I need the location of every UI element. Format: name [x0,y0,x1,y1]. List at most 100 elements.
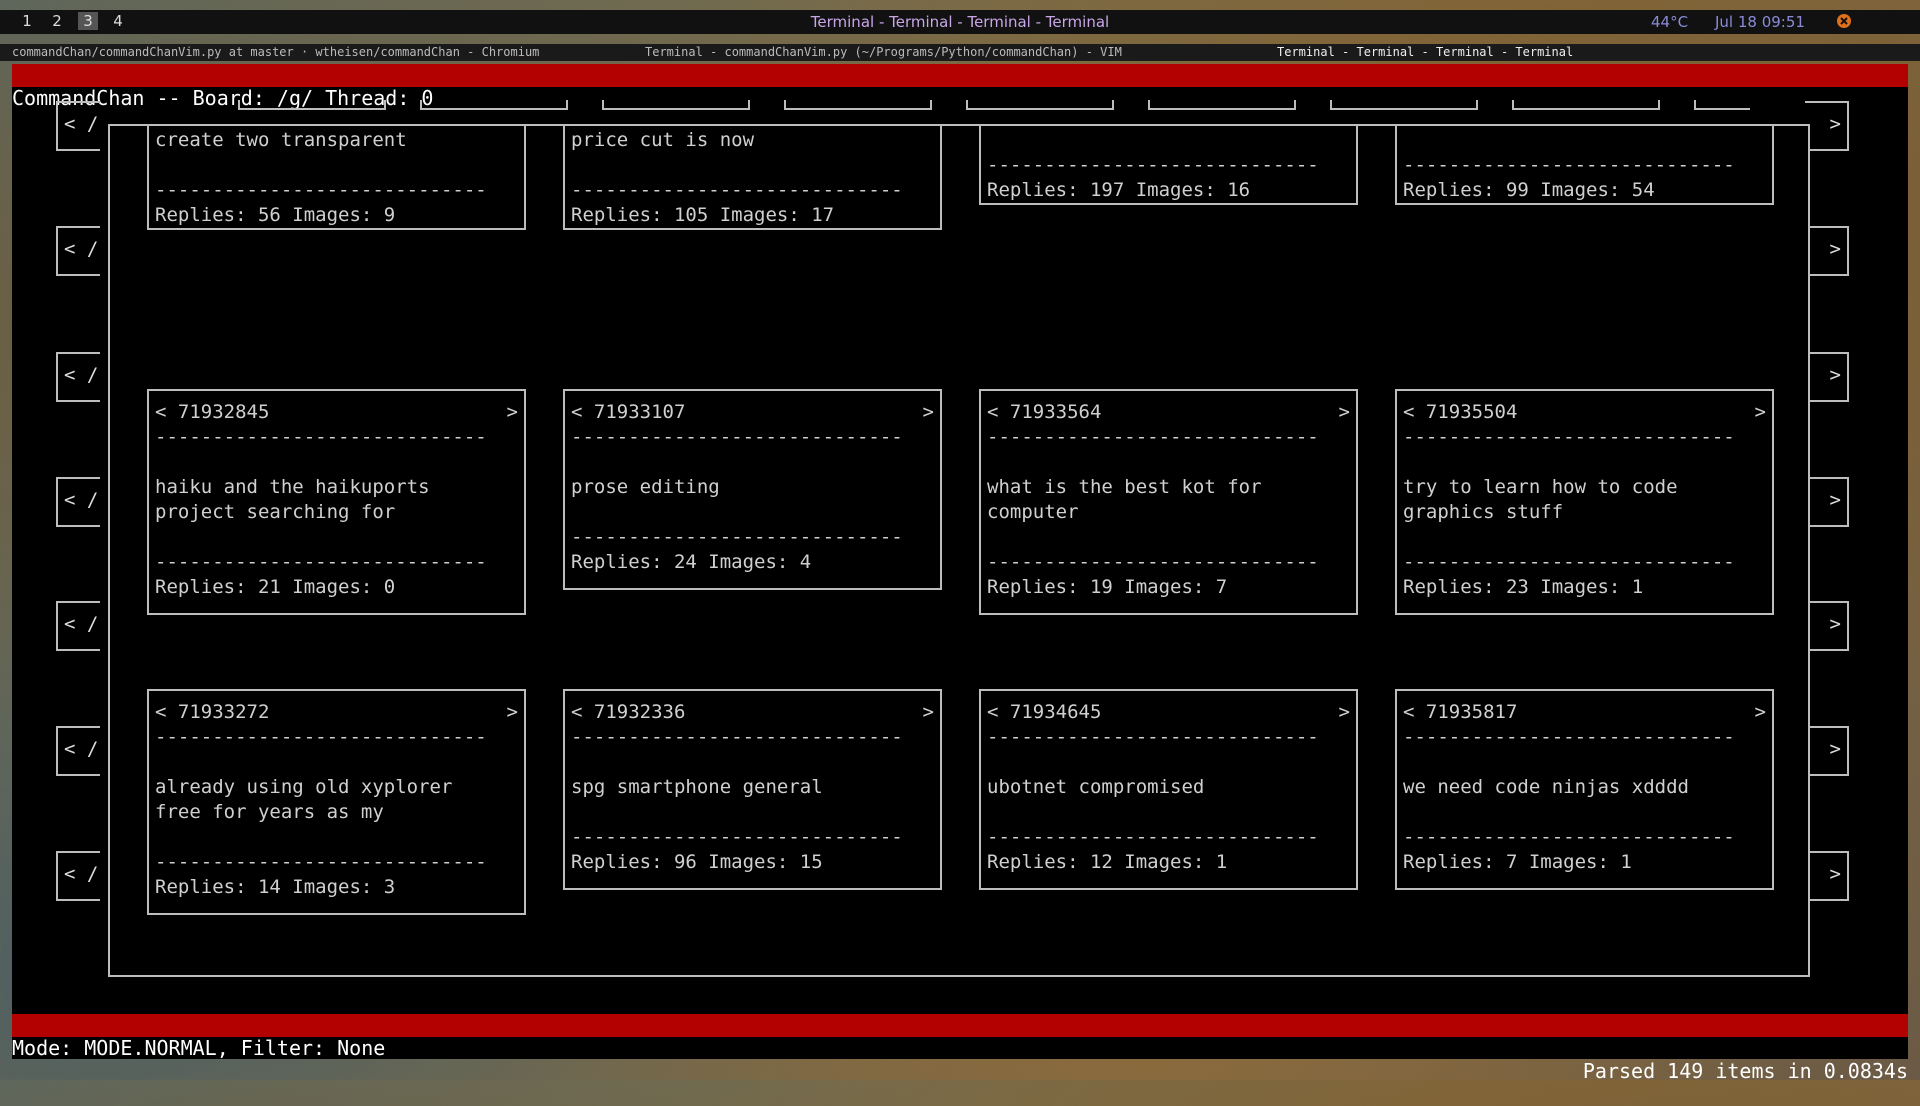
divider: ----------------------------- [155,851,487,873]
thread-subject: create two transparent [155,129,407,151]
thread-subject: graphics stuff [1403,501,1564,523]
board-nav-right[interactable]: > [1805,352,1849,402]
board-nav-right[interactable]: > [1805,477,1849,527]
divider: ----------------------------- [571,826,903,848]
mode-status: Mode: MODE.NORMAL, Filter: None [12,1036,386,1060]
thread-card[interactable]: < 71933107 > ---------------------------… [563,389,942,590]
close-circle-icon[interactable] [1836,13,1852,29]
divider: ----------------------------- [1403,426,1735,448]
thread-subject: project searching for [155,501,396,523]
thread-subject: haiku and the haikuports [155,476,430,498]
divider: ----------------------------- [155,726,487,748]
board-nav-right[interactable]: > [1805,226,1849,276]
thread-stats: Replies: 19 Images: 7 [987,576,1228,598]
top-status-bar: 1 2 3 4 Terminal - Terminal - Terminal -… [0,10,1920,34]
thread-stats: Replies: 24 Images: 4 [571,551,812,573]
divider: ----------------------------- [987,726,1319,748]
thread-id: 71935504 [1425,401,1518,423]
board-tab-top [966,100,1114,110]
tab-vim[interactable]: Terminal - commandChanVim.py (~/Programs… [645,45,1122,59]
thread-subject: try to learn how to code [1403,476,1678,498]
divider: ----------------------------- [571,179,903,201]
board-tab-top [1694,100,1750,110]
thread-id: 71935817 [1425,701,1518,723]
board-nav-left[interactable]: < / [56,726,100,776]
board-nav-right[interactable]: > [1805,101,1849,151]
header-bar: CommandChan -- Board: /g/ Thread: 0 [12,64,1908,110]
board-tab-top [420,100,568,110]
board-tab-top [602,100,750,110]
thread-subject: prose editing [571,476,720,498]
board-tab-top [1148,100,1296,110]
thread-card[interactable]: < 71932845 > ---------------------------… [147,389,526,615]
thread-stats: Replies: 12 Images: 1 [987,851,1228,873]
thread-catalog: create two transparent -----------------… [108,124,1810,977]
window-tab-bar: commandChan/commandChanVim.py at master … [0,44,1920,61]
divider: ----------------------------- [1403,154,1735,176]
board-nav-right[interactable]: > [1805,726,1849,776]
thread-subject: we need code ninjas xdddd [1403,776,1689,798]
thread-subject: computer [987,501,1079,523]
thread-stats: Replies: 56 Images: 9 [155,204,396,226]
thread-id: 71933107 [593,401,686,423]
board-nav-left[interactable]: < / [56,352,100,402]
thread-stats: Replies: 105 Images: 17 [571,204,835,226]
divider: ----------------------------- [1403,551,1735,573]
thread-subject: free for years as my [155,801,384,823]
footer-bar: Mode: MODE.NORMAL, Filter: None Parsed 1… [12,1014,1908,1083]
thread-subject: spg smartphone general [571,776,823,798]
tab-chromium[interactable]: commandChan/commandChanVim.py at master … [12,45,539,59]
divider: ----------------------------- [155,179,487,201]
board-tab-top [1330,100,1478,110]
board-nav-left[interactable]: < / [56,477,100,527]
thread-stats: Replies: 7 Images: 1 [1403,851,1632,873]
thread-card[interactable]: ----------------------------- Replies: 1… [979,126,1358,205]
thread-stats: Replies: 21 Images: 0 [155,576,396,598]
divider: ----------------------------- [987,551,1319,573]
board-nav-left[interactable]: < / [56,101,100,151]
divider: ----------------------------- [155,426,487,448]
thread-id: 71933272 [177,701,270,723]
thread-subject: already using old xyplorer [155,776,453,798]
thread-id: 71933564 [1009,401,1102,423]
thread-id: 71932845 [177,401,270,423]
thread-subject: what is the best kot for [987,476,1262,498]
thread-card[interactable]: price cut is now -----------------------… [563,126,942,230]
divider: ----------------------------- [571,726,903,748]
board-tab-top [238,100,386,110]
divider: ----------------------------- [571,426,903,448]
board-nav-left[interactable]: < / [56,226,100,276]
tab-terminal[interactable]: Terminal - Terminal - Terminal - Termina… [1277,45,1573,59]
divider: ----------------------------- [987,826,1319,848]
thread-card[interactable]: create two transparent -----------------… [147,126,526,230]
divider: ----------------------------- [1403,826,1735,848]
thread-card[interactable]: < 71935817 > ---------------------------… [1395,689,1774,890]
thread-card[interactable]: < 71932336 > ---------------------------… [563,689,942,890]
board-nav-right[interactable]: > [1805,601,1849,651]
thread-subject: price cut is now [571,129,755,151]
board-nav-left[interactable]: < / [56,851,100,901]
thread-card[interactable]: < 71933272 > ---------------------------… [147,689,526,915]
divider: ----------------------------- [987,154,1319,176]
thread-stats: Replies: 99 Images: 54 [1403,179,1655,201]
divider: ----------------------------- [571,526,903,548]
thread-stats: Replies: 14 Images: 3 [155,876,396,898]
divider: ----------------------------- [1403,726,1735,748]
terminal-window: CommandChan -- Board: /g/ Thread: 0 < / … [12,64,1908,1083]
thread-card[interactable]: ----------------------------- Replies: 9… [1395,126,1774,205]
thread-stats: Replies: 197 Images: 16 [987,179,1251,201]
window-title: Terminal - Terminal - Terminal - Termina… [810,13,1110,31]
board-nav-left[interactable]: < / [56,601,100,651]
thread-id: 71932336 [593,701,686,723]
divider: ----------------------------- [987,426,1319,448]
temperature: 44°C [1651,13,1689,31]
board-tab-top [784,100,932,110]
datetime: Jul 18 09:51 [1715,13,1805,31]
thread-card[interactable]: < 71934645 > ---------------------------… [979,689,1358,890]
thread-card[interactable]: < 71935504 > ---------------------------… [1395,389,1774,615]
thread-stats: Replies: 23 Images: 1 [1403,576,1644,598]
thread-stats: Replies: 96 Images: 15 [571,851,823,873]
thread-card[interactable]: < 71933564 > ---------------------------… [979,389,1358,615]
thread-id: 71934645 [1009,701,1102,723]
board-nav-right[interactable]: > [1805,851,1849,901]
